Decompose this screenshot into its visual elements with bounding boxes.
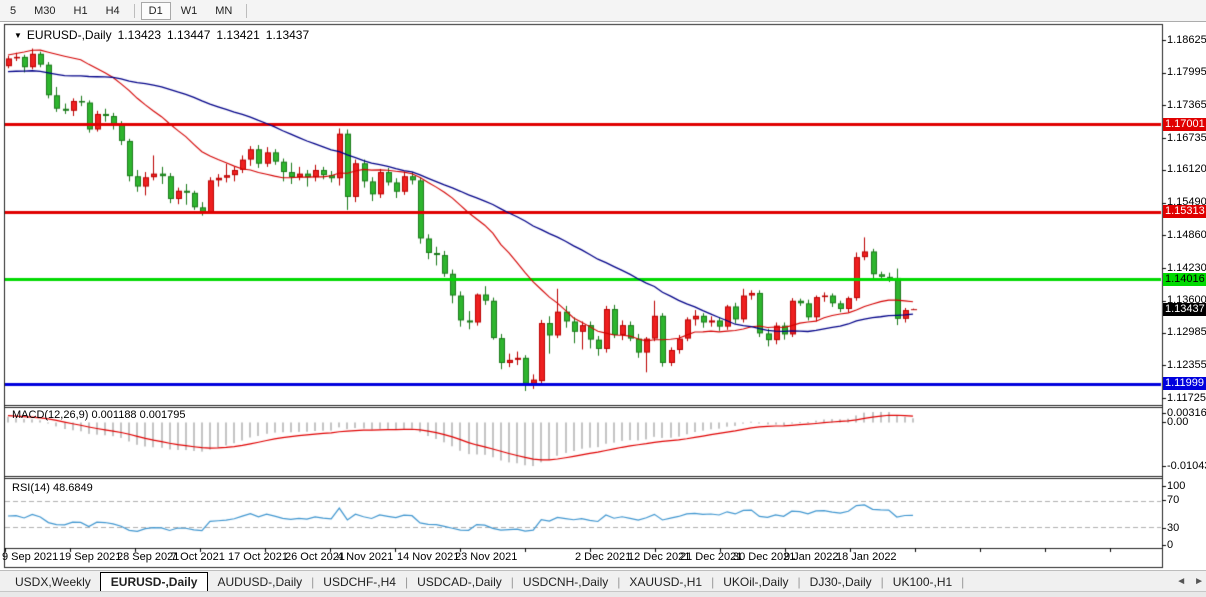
tab-separator: | (405, 575, 408, 589)
symbol-tab-xauusd[interactable]: XAUUSD-,H1 (622, 573, 709, 591)
tab-scroll-left-icon[interactable]: ◄ (1176, 576, 1186, 587)
symbol-tab-audusd[interactable]: AUDUSD-,Daily (210, 573, 309, 591)
symbol-tab-uk100[interactable]: UK100-,H1 (886, 573, 959, 591)
rsi-axis-label: 30 (1167, 522, 1179, 534)
date-tick-label: 23 Nov 2021 (455, 551, 517, 563)
price-level-badge: 1.15313 (1163, 205, 1206, 218)
price-tick-label: 1.17365 (1167, 99, 1206, 111)
date-tick-label: 14 Nov 2021 (397, 551, 459, 563)
symbol-tab-dj30[interactable]: DJ30-,Daily (803, 573, 879, 591)
bottom-status-strip (0, 591, 1206, 597)
price-tick-label: 1.11725 (1167, 392, 1206, 404)
price-tick-label: 1.16735 (1167, 132, 1206, 144)
symbol-tab-usdchf[interactable]: USDCHF-,H4 (316, 573, 403, 591)
date-tick-label: 2 Dec 2021 (575, 551, 631, 563)
macd-axis-label: 0.00 (1167, 416, 1188, 428)
symbol-tabs-bar: USDX,WeeklyEURUSD-,DailyAUDUSD-,Daily|US… (0, 570, 1206, 592)
tab-separator: | (511, 575, 514, 589)
rsi-axis-label: 100 (1167, 480, 1185, 492)
price-level-badge: 1.14016 (1163, 273, 1206, 286)
price-level-badge: 1.11999 (1163, 377, 1206, 390)
tab-scroll-nav: ◄► (1176, 576, 1204, 587)
symbol-tab-eurusd[interactable]: EURUSD-,Daily (100, 572, 209, 592)
tab-scroll-right-icon[interactable]: ► (1194, 576, 1204, 587)
price-tick-label: 1.12985 (1167, 326, 1206, 338)
macd-axis-label: -0.01043 (1167, 460, 1206, 472)
price-tick-label: 1.17995 (1167, 66, 1206, 78)
date-tick-label: 17 Oct 2021 (228, 551, 288, 563)
date-tick-label: 18 Jan 2022 (836, 551, 897, 563)
price-tick-label: 1.14860 (1167, 229, 1206, 241)
symbol-tab-ukoil[interactable]: UKOil-,Daily (716, 573, 795, 591)
tab-separator: | (881, 575, 884, 589)
tab-separator: | (961, 575, 964, 589)
rsi-axis-label: 70 (1167, 494, 1179, 506)
symbol-tab-usdcnh[interactable]: USDCNH-,Daily (516, 573, 615, 591)
price-tick-label: 1.12355 (1167, 359, 1206, 371)
date-tick-label: 7 Oct 2021 (171, 551, 225, 563)
date-tick-label: 4 Nov 2021 (337, 551, 393, 563)
symbol-tab-usdx[interactable]: USDX,Weekly (8, 573, 98, 591)
tab-separator: | (617, 575, 620, 589)
trading-platform-window: 5M30H1H4D1W1MN ▼EURUSD-,Daily1.134231.13… (0, 0, 1206, 597)
price-level-badge: 1.17001 (1163, 118, 1206, 131)
tab-separator: | (311, 575, 314, 589)
date-tick-label: 9 Jan 2022 (784, 551, 838, 563)
date-tick-label: 19 Sep 2021 (59, 551, 121, 563)
price-tick-label: 1.18625 (1167, 34, 1206, 46)
rsi-axis-label: 0 (1167, 539, 1173, 551)
current-price-badge: 1.13437 (1163, 303, 1206, 316)
symbol-tab-usdcad[interactable]: USDCAD-,Daily (410, 573, 509, 591)
price-tick-label: 1.16120 (1167, 163, 1206, 175)
tab-separator: | (798, 575, 801, 589)
date-tick-label: 9 Sep 2021 (2, 551, 58, 563)
chart-canvas[interactable] (0, 0, 1206, 597)
tab-separator: | (711, 575, 714, 589)
date-tick-label: 26 Oct 2021 (285, 551, 345, 563)
